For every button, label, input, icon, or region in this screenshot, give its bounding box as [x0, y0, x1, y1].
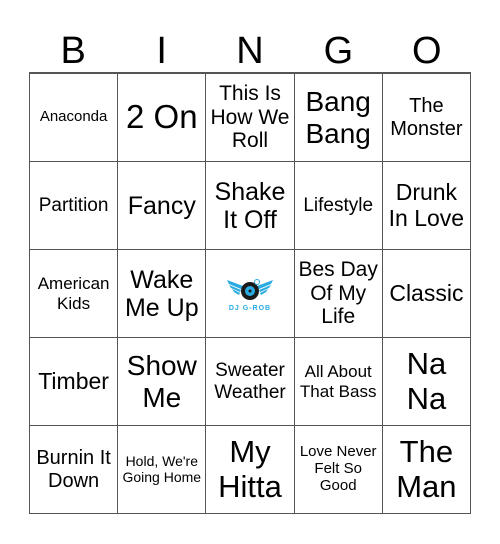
bingo-cell[interactable]: Shake It Off	[206, 162, 295, 250]
bingo-cell[interactable]: The Monster	[382, 74, 471, 162]
bingo-cell[interactable]: Burnin It Down	[30, 426, 119, 514]
free-space-cell[interactable]: DJ G-ROB	[206, 250, 295, 338]
bingo-cell[interactable]: Classic	[382, 250, 471, 338]
bingo-header: B I N G O	[29, 28, 471, 72]
bingo-cell[interactable]: Na Na	[382, 338, 471, 426]
bingo-cell[interactable]: Lifestyle	[294, 162, 383, 250]
bingo-cell[interactable]: Hold, We're Going Home	[118, 426, 207, 514]
bingo-cell[interactable]: Sweater Weather	[206, 338, 295, 426]
bingo-cell[interactable]: Anaconda	[30, 74, 119, 162]
bingo-cell[interactable]: Love Never Felt So Good	[294, 426, 383, 514]
header-letter-o: O	[412, 30, 442, 72]
bingo-cell[interactable]: All About That Bass	[294, 338, 383, 426]
bingo-cell[interactable]: This Is How We Roll	[206, 74, 295, 162]
bingo-cell[interactable]: Fancy	[118, 162, 207, 250]
header-letter-g: G	[323, 30, 354, 72]
bingo-cell[interactable]: My Hitta	[206, 426, 295, 514]
bingo-cell[interactable]: American Kids	[30, 250, 119, 338]
bingo-cell[interactable]: Show Me	[118, 338, 207, 426]
bingo-grid: Anaconda 2 On This Is How We Roll Bang B…	[29, 72, 471, 514]
bingo-cell[interactable]: Bang Bang	[294, 74, 383, 162]
bingo-cell[interactable]: Wake Me Up	[118, 250, 207, 338]
dj-logo: DJ G-ROB	[225, 274, 275, 313]
bingo-cell[interactable]: Drunk In Love	[382, 162, 471, 250]
bingo-cell[interactable]: 2 On	[118, 74, 207, 162]
header-letter-n: N	[236, 30, 264, 72]
logo-text: DJ G-ROB	[228, 305, 272, 313]
header-letter-b: B	[60, 30, 86, 72]
bingo-cell[interactable]: Bes Day Of My Life	[294, 250, 383, 338]
header-letter-i: I	[156, 30, 167, 72]
bingo-cell[interactable]: Partition	[30, 162, 119, 250]
bingo-cell[interactable]: Timber	[30, 338, 119, 426]
bingo-cell[interactable]: The Man	[382, 426, 471, 514]
turntable-wings-logo-icon	[226, 279, 273, 301]
